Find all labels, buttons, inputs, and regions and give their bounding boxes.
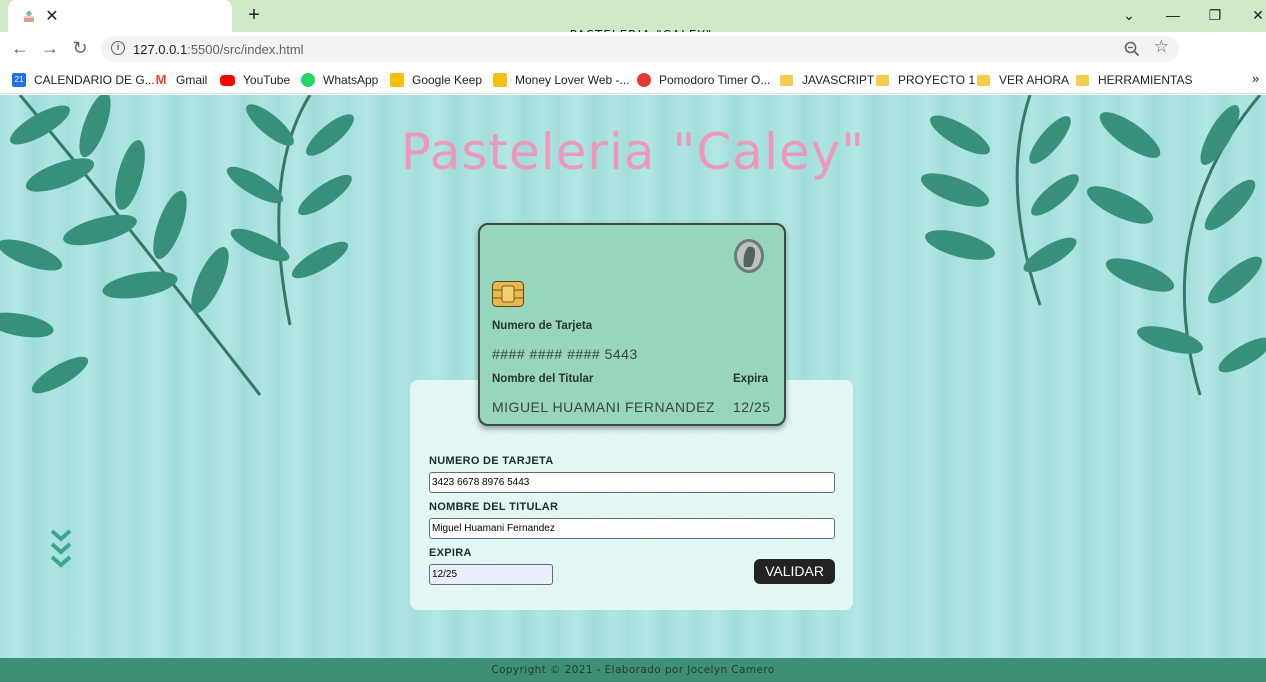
bookmark-label: JAVASCRIPT bbox=[802, 73, 875, 87]
bookmark-gmail[interactable]: M Gmail bbox=[154, 71, 208, 89]
back-icon[interactable]: ← bbox=[9, 37, 31, 59]
close-window-button[interactable]: ✕ bbox=[1247, 4, 1266, 26]
url-text[interactable]: 127.0.0.1:5500/src/index.html bbox=[133, 42, 304, 57]
page-title: Pasteleria "Caley" bbox=[400, 123, 866, 181]
money-lover-icon bbox=[493, 73, 507, 87]
minimize-button[interactable]: — bbox=[1162, 4, 1184, 26]
tab-close-icon[interactable]: ✕ bbox=[44, 6, 60, 26]
forward-icon[interactable]: → bbox=[39, 37, 61, 59]
card-number-field-label: NUMERO DE TARJETA bbox=[429, 455, 554, 467]
calendar-icon: 21 bbox=[12, 73, 26, 87]
folder-icon bbox=[1076, 74, 1089, 86]
card-holder-field-label: NOMBRE DEL TITULAR bbox=[429, 501, 559, 513]
bookmark-money-lover[interactable]: Money Lover Web -... bbox=[493, 71, 630, 89]
bookmark-label: HERRAMIENTAS bbox=[1098, 73, 1193, 87]
bookmark-star-icon[interactable]: ☆ bbox=[1154, 37, 1169, 57]
zoom-icon[interactable] bbox=[1123, 40, 1141, 58]
bookmark-calendar[interactable]: 21 CALENDARIO DE G... bbox=[12, 71, 155, 89]
bookmark-label: VER AHORA bbox=[999, 73, 1070, 87]
bookmarks-overflow-icon[interactable]: » bbox=[1252, 71, 1259, 86]
tab-strip: PASTELERIA "CALEY" ✕ + ⌄ — ❐ ✕ bbox=[0, 0, 1266, 42]
bookmark-pomodoro[interactable]: Pomodoro Timer O... bbox=[637, 71, 770, 89]
bookmark-whatsapp[interactable]: WhatsApp bbox=[301, 71, 378, 89]
card-holder-label: Nombre del Titular bbox=[492, 373, 594, 385]
bookmark-label: WhatsApp bbox=[323, 73, 379, 87]
folder-icon bbox=[977, 74, 990, 86]
scroll-down-chevrons-icon[interactable] bbox=[50, 529, 72, 575]
credit-card-preview: Numero de Tarjeta #### #### #### 5443 No… bbox=[478, 223, 786, 426]
bookmark-folder-ver-ahora[interactable]: VER AHORA bbox=[977, 71, 1069, 89]
bookmark-folder-proyecto[interactable]: PROYECTO 1 bbox=[876, 71, 975, 89]
card-number-label: Numero de Tarjeta bbox=[492, 320, 593, 332]
address-bar[interactable]: i 127.0.0.1:5500/src/index.html ☆ bbox=[101, 36, 1179, 62]
card-chip-icon bbox=[492, 281, 524, 307]
folder-icon bbox=[876, 74, 889, 86]
bookmark-label: Gmail bbox=[176, 73, 208, 87]
keep-icon bbox=[390, 73, 404, 87]
card-number-value: #### #### #### 5443 bbox=[492, 346, 638, 362]
card-holder-input[interactable]: Miguel Huamani Fernandez bbox=[429, 518, 835, 539]
expiry-field-label: EXPIRA bbox=[429, 547, 472, 559]
pomodoro-check-icon bbox=[637, 73, 651, 87]
expiry-input[interactable]: 12/25 bbox=[429, 564, 553, 585]
youtube-icon bbox=[220, 74, 235, 86]
card-number-input[interactable]: 3423 6678 8976 5443 bbox=[429, 472, 835, 493]
reload-icon[interactable]: ↻ bbox=[69, 37, 91, 59]
bookmark-google-keep[interactable]: Google Keep bbox=[390, 71, 482, 89]
card-holder-value: MIGUEL HUAMANI FERNANDEZ bbox=[492, 399, 716, 415]
bookmark-label: Money Lover Web -... bbox=[515, 73, 630, 87]
bookmark-label: Google Keep bbox=[412, 73, 483, 87]
validate-button[interactable]: VALIDAR bbox=[754, 559, 835, 584]
page-content: Pasteleria "Caley" Numero de Tarjeta ###… bbox=[0, 95, 1266, 682]
bookmark-folder-herramientas[interactable]: HERRAMIENTAS bbox=[1076, 71, 1192, 89]
tab-search-icon[interactable]: ⌄ bbox=[1118, 4, 1140, 26]
cake-favicon-icon bbox=[24, 11, 34, 22]
card-expiry-value: 12/25 bbox=[733, 399, 771, 415]
folder-icon bbox=[780, 74, 793, 86]
bookmark-youtube[interactable]: YouTube bbox=[220, 71, 290, 89]
gmail-icon: M bbox=[155, 72, 167, 87]
bookmark-folder-javascript[interactable]: JAVASCRIPT bbox=[780, 71, 874, 89]
coin-logo-icon bbox=[734, 239, 764, 273]
new-tab-button[interactable]: + bbox=[243, 4, 265, 26]
browser-tab[interactable]: PASTELERIA "CALEY" ✕ bbox=[8, 0, 711, 42]
bookmarks-bar: 21 CALENDARIO DE G... M Gmail YouTube Wh… bbox=[0, 66, 1266, 94]
page-footer: Copyright © 2021 - Elaborado por Jocelyn… bbox=[0, 658, 1266, 682]
bookmark-label: YouTube bbox=[243, 73, 291, 87]
bookmark-label: Pomodoro Timer O... bbox=[659, 73, 771, 87]
card-expiry-label: Expira bbox=[733, 373, 769, 385]
url-path: :5500/src/index.html bbox=[187, 42, 304, 57]
url-host: 127.0.0.1 bbox=[133, 42, 188, 57]
whatsapp-icon bbox=[301, 73, 315, 87]
restore-button[interactable]: ❐ bbox=[1204, 4, 1226, 26]
bookmark-label: CALENDARIO DE G... bbox=[34, 73, 155, 87]
site-info-icon[interactable]: i bbox=[111, 41, 125, 55]
browser-toolbar: ← → ↻ i 127.0.0.1:5500/src/index.html ☆ … bbox=[0, 32, 1266, 91]
bookmark-label: PROYECTO 1 bbox=[898, 73, 976, 87]
